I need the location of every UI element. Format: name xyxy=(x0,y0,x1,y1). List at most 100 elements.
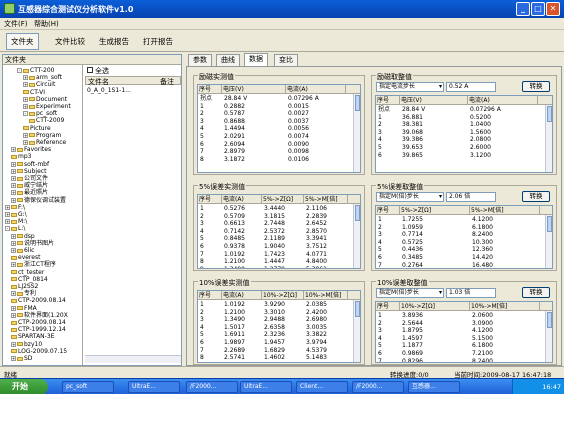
table-row[interactable]: 8 1.2100 1.4447 4.8400 xyxy=(198,258,360,265)
maximize-button[interactable]: □ xyxy=(531,2,545,16)
table-row[interactable]: 4 0.7142 2.5372 2.8570 xyxy=(198,228,360,235)
column-header[interactable]: 序号 xyxy=(198,291,222,300)
table-row[interactable]: 1 0.2882 0.0015 xyxy=(198,103,360,110)
tree-node[interactable]: + Favorites xyxy=(11,146,51,153)
step-mode-select[interactable]: 指定电流步长 ▾ xyxy=(376,82,444,92)
start-button[interactable]: 开始 xyxy=(0,379,48,395)
table-row[interactable]: 4 1.4494 0.0056 xyxy=(198,125,360,132)
collapse-icon[interactable]: - xyxy=(5,226,10,232)
expand-icon[interactable]: + xyxy=(11,233,16,239)
table-row[interactable]: 9 2.9158 1.2654 5.8316 xyxy=(198,362,360,363)
column-header[interactable]: 电流(A) xyxy=(222,195,262,204)
table-row[interactable]: 5 0.4436 12.360 xyxy=(376,246,552,253)
tree-node[interactable]: LOG-2009.07.15 xyxy=(11,348,67,355)
tree-node[interactable]: Picture xyxy=(23,125,51,132)
tree-node[interactable]: LJ2SS2 xyxy=(11,283,38,290)
tree-node[interactable]: + M:\ xyxy=(5,218,27,225)
table-row[interactable]: 1 3.8936 2.0600 xyxy=(376,312,552,319)
tree-node[interactable]: CTP-2009.08.14 xyxy=(11,319,66,326)
table-row[interactable]: 9 1.3490 1.2779 5.3961 xyxy=(198,266,360,268)
expand-icon[interactable]: + xyxy=(23,104,28,109)
tree-node[interactable]: + 专利 xyxy=(11,290,36,297)
table-row[interactable]: 8 2.5741 1.4602 5.1483 xyxy=(198,354,360,361)
expand-icon[interactable]: + xyxy=(11,190,16,196)
tree-node[interactable]: - pc_soft xyxy=(23,110,57,117)
step-mode-select[interactable]: 指定M(倍)步长 ▾ xyxy=(376,192,444,202)
tab-curve[interactable]: 曲线 xyxy=(216,54,240,66)
folder-tree[interactable]: - CTT-200 + arm_soft + Circuit CT-VI + Document +… xyxy=(3,65,83,365)
close-button[interactable]: ✕ xyxy=(546,2,560,16)
table-row[interactable]: 7 0.2764 16.480 xyxy=(376,262,552,268)
vertical-scrollbar[interactable] xyxy=(353,204,360,268)
table-row[interactable]: 3 39.068 1.5600 xyxy=(376,129,552,136)
taskbar-item[interactable]: 互感器... xyxy=(408,381,460,393)
tree-node[interactable]: + F:\ xyxy=(5,204,25,211)
column-header[interactable]: 电流(A) xyxy=(222,291,262,300)
expand-icon[interactable]: + xyxy=(11,168,16,174)
column-header[interactable]: 10%->M[倍] xyxy=(470,302,540,311)
tab-ratio[interactable]: 变比 xyxy=(274,54,298,66)
column-header[interactable]: 序号 xyxy=(376,302,400,311)
table-row[interactable]: 2 0.5709 3.1815 2.2839 xyxy=(198,213,360,220)
tree-node[interactable]: + bzy10 xyxy=(11,341,42,348)
tree-node[interactable]: + 软件界面(1.20X xyxy=(11,312,68,319)
tree-node[interactable]: CT-VI xyxy=(23,89,45,96)
tree-node[interactable]: ct_tester xyxy=(11,269,44,276)
expand-icon[interactable]: + xyxy=(23,75,28,81)
table-row[interactable]: 6 0.3485 14.420 xyxy=(376,254,552,261)
tab-folder[interactable]: 文件夹 xyxy=(6,33,39,50)
tab-file-compare[interactable]: 文件比较 xyxy=(50,33,90,50)
taskbar-item[interactable]: pc_soft xyxy=(62,381,114,393)
table-row[interactable]: 7 0.8296 8.2400 xyxy=(376,358,552,362)
step-value-input[interactable]: 1.03 倍 xyxy=(446,288,496,298)
table-row[interactable]: 6 1.9897 1.9457 3.9794 xyxy=(198,339,360,346)
column-header[interactable]: 10%->Z[Ω] xyxy=(262,291,304,300)
table-row[interactable]: 3 1.3490 2.9488 2.6980 xyxy=(198,316,360,323)
tree-node[interactable]: + 浙江CT程序 xyxy=(11,261,56,268)
convert-button[interactable]: 转换 xyxy=(522,287,550,298)
table-row[interactable]: 5 39.653 2.6000 xyxy=(376,144,552,151)
tree-node[interactable]: + FMA xyxy=(11,305,37,312)
taskbar-item[interactable]: Client... xyxy=(296,381,348,393)
table-row[interactable]: 1 0.5276 3.4440 2.1106 xyxy=(198,205,360,212)
table-row[interactable]: 5 1.6911 2.3236 3.3822 xyxy=(198,331,360,338)
table-row[interactable]: 6 0.9869 7.2100 xyxy=(376,350,552,357)
table-row[interactable]: 1 1.0192 3.9290 2.0385 xyxy=(198,301,360,308)
scroll-thumb[interactable] xyxy=(355,301,360,317)
scroll-thumb[interactable] xyxy=(547,106,552,122)
table-row[interactable]: 2 1.2100 3.3010 2.4200 xyxy=(198,309,360,316)
table-row[interactable]: 4 1.5017 2.6358 3.0035 xyxy=(198,324,360,331)
step-mode-select[interactable]: 指定M(倍)步长 ▾ xyxy=(376,288,444,298)
column-header[interactable]: 5%->Z[Ω] xyxy=(262,195,304,204)
expand-icon[interactable]: + xyxy=(11,312,16,318)
column-header[interactable]: 电流(A) xyxy=(468,96,538,105)
expand-icon[interactable]: + xyxy=(11,176,16,181)
taskbar-item[interactable]: UltraE... xyxy=(240,381,292,393)
table-row[interactable]: 8 3.1872 0.0106 xyxy=(198,156,360,163)
expand-icon[interactable]: + xyxy=(23,96,28,102)
vertical-scrollbar[interactable] xyxy=(545,311,552,362)
table-row[interactable]: 3 1.8795 4.1200 xyxy=(376,327,552,334)
expand-icon[interactable]: + xyxy=(11,262,16,268)
tree-node[interactable]: + 公司文件 xyxy=(11,175,48,182)
tree-node[interactable]: - L:\ xyxy=(5,225,25,232)
expand-icon[interactable]: + xyxy=(23,82,28,88)
tab-data[interactable]: 数据 xyxy=(244,53,268,66)
column-header[interactable]: 10%->M[倍] xyxy=(304,291,348,300)
table-row[interactable]: 7 2.8979 0.0098 xyxy=(198,148,360,155)
expand-icon[interactable]: + xyxy=(5,219,10,225)
tree-node[interactable]: + 德保仪调试装置 xyxy=(11,197,66,204)
expand-icon[interactable]: + xyxy=(11,305,16,311)
table-row[interactable]: 1 36.881 0.5200 xyxy=(376,114,552,121)
expand-icon[interactable]: + xyxy=(11,341,16,347)
table-row[interactable]: 2 0.5787 0.0027 xyxy=(198,110,360,117)
vertical-scrollbar[interactable] xyxy=(545,215,552,268)
tree-node[interactable]: SPARTAN-3E xyxy=(11,333,54,340)
expand-icon[interactable]: + xyxy=(11,197,16,203)
collapse-icon[interactable]: - xyxy=(23,111,28,117)
menu-file[interactable]: 文件(F) xyxy=(4,19,28,29)
tree-node[interactable]: + arm_soft xyxy=(23,74,62,81)
tree-node[interactable]: + Experiment xyxy=(23,103,71,110)
table-row[interactable]: 6 39.865 3.1200 xyxy=(376,152,552,159)
taskbar-item[interactable]: /F2000... xyxy=(352,381,404,393)
